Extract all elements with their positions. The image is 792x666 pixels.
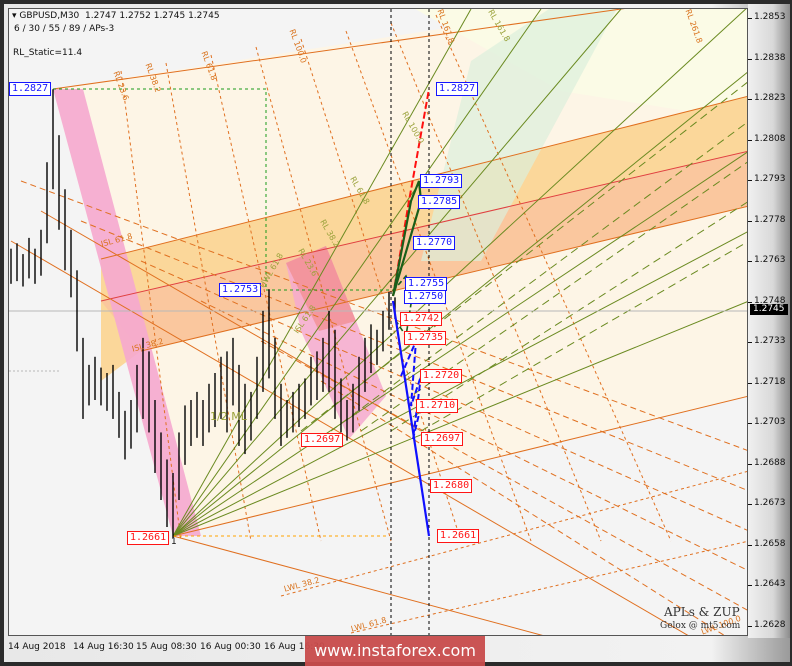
price-label: 1.2793 <box>420 174 463 188</box>
price-label: 1.2720 <box>420 369 463 383</box>
y-tick: 1.2838 <box>748 52 786 63</box>
price-label: 1.2755 <box>405 277 448 291</box>
y-tick: 1.2778 <box>748 214 786 225</box>
price-label: 1.2750 <box>404 290 447 304</box>
y-tick: 1.2733 <box>748 336 786 347</box>
x-tick: 16 Aug 00:30 <box>200 642 261 652</box>
y-tick: 1.2718 <box>748 376 786 387</box>
price-label: 1.2770 <box>413 236 456 250</box>
price-label: 1.2710 <box>416 399 459 413</box>
price-label: 1.2661 <box>437 529 480 543</box>
current-price-marker: 1.2745 <box>750 304 788 315</box>
symbol-header: ▾ GBPUSD,M30 1.2747 1.2752 1.2745 1.2745 <box>12 11 220 21</box>
signature-author: Gelox @ mt5.com <box>660 621 741 631</box>
price-label: 1.2735 <box>404 331 447 345</box>
y-tick: 1.2808 <box>748 133 786 144</box>
y-tick: 1.2763 <box>748 255 786 266</box>
x-tick: 14 Aug 16:30 <box>73 642 134 652</box>
y-tick: 1.2658 <box>748 538 786 549</box>
pivot-number: 1 <box>171 537 177 547</box>
price-label: 1.2661 <box>127 531 170 545</box>
watermark: www.instaforex.com <box>305 636 485 666</box>
y-tick: 1.2643 <box>748 579 786 590</box>
price-label: 1.2827 <box>9 82 52 96</box>
signature-title: APLs & ZUP <box>664 605 740 619</box>
y-tick: 1.2793 <box>748 174 786 185</box>
price-label: 1.2680 <box>430 479 473 493</box>
price-label: 1.2697 <box>421 432 464 446</box>
price-label: 1.2753 <box>219 283 262 297</box>
x-tick: 14 Aug 2018 <box>8 642 66 652</box>
y-tick: 1.2853 <box>748 12 786 22</box>
y-tick: 1.2628 <box>748 620 786 630</box>
chart-svg <box>9 9 747 635</box>
median-line-label: 1/2 ML <box>210 410 247 423</box>
ohlc-values: 1.2747 1.2752 1.2745 1.2745 <box>85 11 220 21</box>
rl-static-label: RL_Static=11.4 <box>13 48 83 58</box>
indicator-label: 6 / 30 / 55 / 89 / APs-3 <box>14 24 115 34</box>
chart-plot-area[interactable] <box>8 8 748 636</box>
price-label: 1.2827 <box>436 82 479 96</box>
y-tick: 1.2673 <box>748 498 786 509</box>
price-label: 1.2785 <box>418 195 461 209</box>
y-tick: 1.2688 <box>748 457 786 468</box>
price-label: 1.2742 <box>400 312 443 326</box>
y-tick: 1.2823 <box>748 93 786 104</box>
price-label: 1.2697 <box>301 433 344 447</box>
y-tick: 1.2703 <box>748 417 786 428</box>
symbol-label: GBPUSD,M30 <box>19 11 80 21</box>
x-tick: 15 Aug 08:30 <box>136 642 197 652</box>
